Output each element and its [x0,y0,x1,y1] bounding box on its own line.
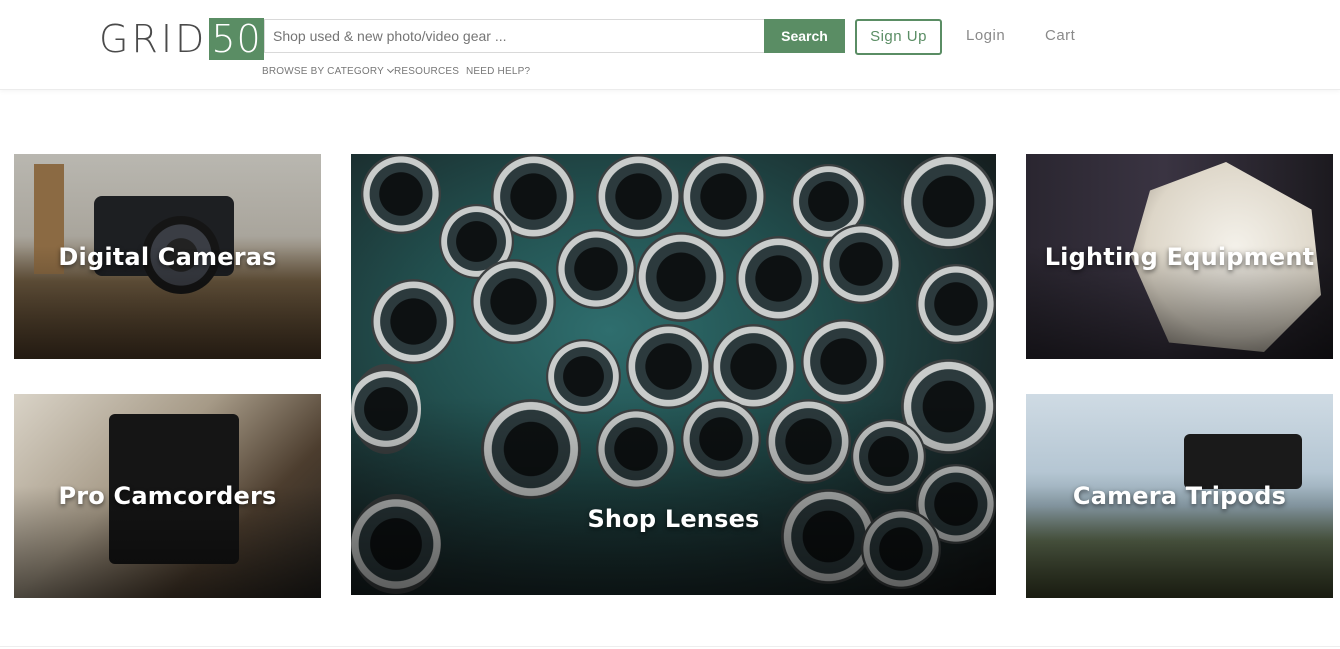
lens-shape [371,279,456,364]
signup-button[interactable]: Sign Up [855,19,942,55]
lens-shape [361,154,441,234]
lens-shape [636,232,726,322]
lens-shape [821,224,901,304]
camera-on-tripod-shape [1184,434,1302,489]
login-link[interactable]: Login [966,27,1005,44]
category-tile-camera-tripods[interactable]: Camera Tripods [1026,394,1333,598]
lens-shape [916,264,996,344]
chevron-down-icon [386,65,395,74]
lens-shape [556,229,636,309]
cart-link[interactable]: Cart [1045,27,1075,44]
grid50-logo[interactable]: GRID 50 [99,18,264,60]
tile-gradient [351,396,996,595]
lens-shape [596,154,681,239]
logo-number: 50 [209,17,264,61]
logo-text: GRID [99,17,208,61]
tile-label-pro-camcorders: Pro Camcorders [58,482,277,510]
site-header: GRID 50 Search Sign Up Login Cart BROWSE… [0,0,1340,90]
lens-shape [736,236,821,321]
tile-label-shop-lenses: Shop Lenses [587,505,760,533]
category-tile-pro-camcorders[interactable]: Pro Camcorders [14,394,321,598]
browse-by-category-menu[interactable]: BROWSE BY CATEGORY [262,65,395,77]
lens-shape [471,259,556,344]
lens-shape [681,154,766,239]
browse-by-category-label: BROWSE BY CATEGORY [262,66,384,77]
tile-label-camera-tripods: Camera Tripods [1072,482,1287,510]
category-tile-lighting-equipment[interactable]: Lighting Equipment [1026,154,1333,359]
search-button[interactable]: Search [764,19,845,53]
footer-divider [0,646,1340,647]
category-tile-digital-cameras[interactable]: Digital Cameras [14,154,321,359]
lens-shape [801,319,886,404]
tile-label-lighting-equipment: Lighting Equipment [1044,242,1315,271]
need-help-link[interactable]: NEED HELP? [466,66,530,77]
lens-shape [901,154,996,249]
category-tile-shop-lenses[interactable]: Shop Lenses [351,154,996,595]
search-input[interactable] [264,19,765,53]
tile-label-digital-cameras: Digital Cameras [58,242,277,271]
resources-link[interactable]: RESOURCES [394,66,459,77]
